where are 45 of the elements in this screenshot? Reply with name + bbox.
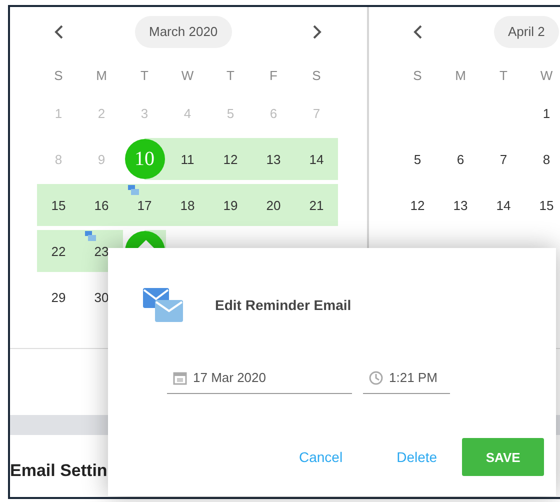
previous-month-icon[interactable] — [412, 25, 422, 39]
previous-month-icon[interactable] — [54, 25, 64, 39]
calendar-day[interactable]: 13 — [439, 184, 482, 226]
weekday-label: M — [95, 67, 108, 85]
calendar-day[interactable]: 14 — [482, 184, 525, 226]
calendar-day[interactable]: 20 — [252, 184, 295, 226]
calendar-day[interactable]: 22 — [37, 230, 80, 272]
weekday-label: W — [180, 67, 195, 85]
weekday-label: T — [498, 67, 508, 85]
date-field[interactable]: 17 Mar 2020 — [167, 362, 352, 394]
next-month-icon[interactable] — [312, 25, 322, 39]
calendar-icon — [173, 370, 187, 384]
month-title[interactable]: April 2 — [494, 16, 559, 48]
weekday-label: T — [140, 67, 150, 85]
month-title[interactable]: March 2020 — [135, 16, 232, 48]
weekday-label: S — [53, 67, 64, 85]
time-field[interactable]: 1:21 PM — [363, 362, 450, 394]
calendar-day[interactable]: 15 — [525, 184, 560, 226]
dialog-title: Edit Reminder Email — [215, 297, 352, 313]
calendar-day[interactable]: 12 — [209, 138, 252, 180]
calendar-day[interactable]: 8 — [525, 138, 560, 180]
calendar-day[interactable]: 16 — [80, 184, 123, 226]
section-heading: Email Settin — [10, 461, 108, 481]
clock-icon — [369, 370, 383, 384]
calendar-day[interactable]: 13 — [252, 138, 295, 180]
email-icon — [143, 288, 183, 322]
calendar-day[interactable]: 7 — [482, 138, 525, 180]
weekday-label: W — [539, 67, 554, 85]
weekday-label: T — [226, 67, 236, 85]
calendar-day[interactable]: 21 — [295, 184, 338, 226]
calendar-day[interactable]: 12 — [396, 184, 439, 226]
calendar-day[interactable]: 1 — [525, 92, 560, 134]
calendar-day[interactable]: 29 — [37, 276, 80, 318]
calendar-day[interactable]: 6 — [439, 138, 482, 180]
calendar-day[interactable]: 19 — [209, 184, 252, 226]
calendar-day[interactable]: 11 — [166, 138, 209, 180]
calendar-day[interactable]: 5 — [396, 138, 439, 180]
calendar-day[interactable]: 15 — [37, 184, 80, 226]
weekday-label: S — [412, 67, 423, 85]
weekday-label: S — [311, 67, 322, 85]
calendar-day[interactable]: 17 — [123, 184, 166, 226]
calendar-day[interactable]: 14 — [295, 138, 338, 180]
weekday-label: F — [268, 67, 278, 85]
weekday-label: M — [454, 67, 467, 85]
calendar-day[interactable]: 18 — [166, 184, 209, 226]
